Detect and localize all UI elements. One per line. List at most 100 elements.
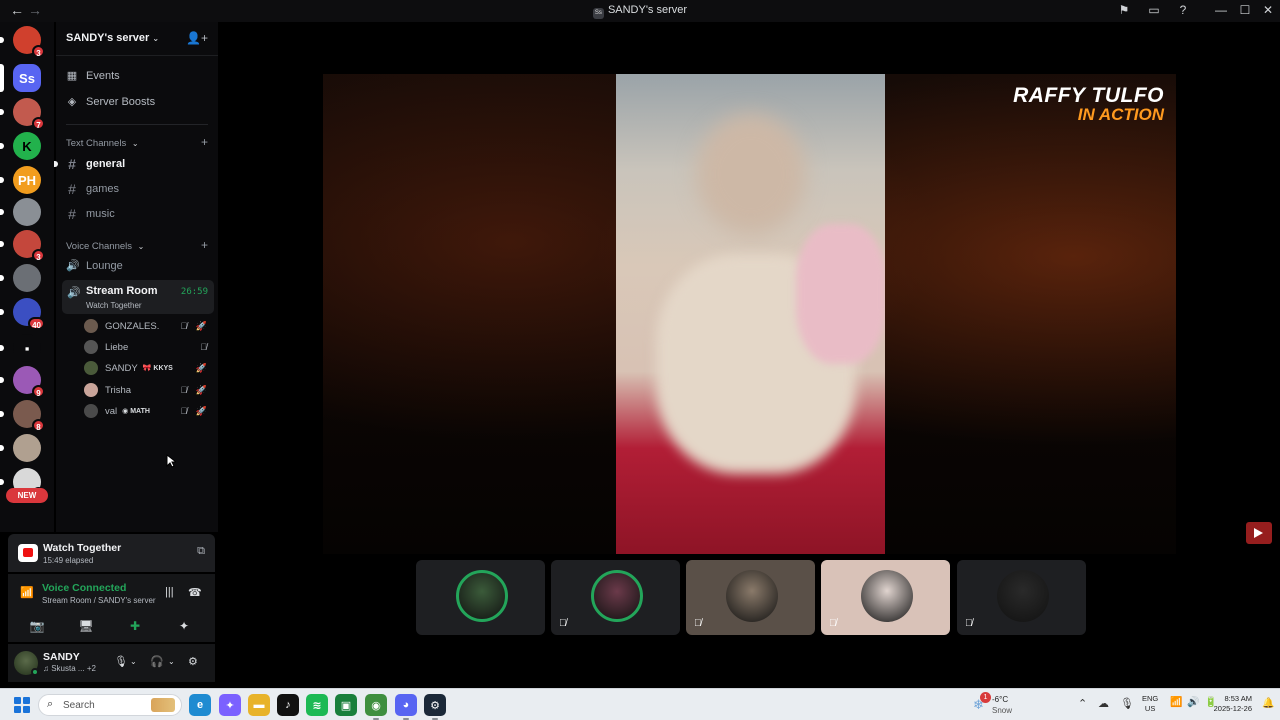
chevron-down-icon: ⌄: [131, 139, 139, 148]
new-badge[interactable]: NEW: [6, 488, 48, 503]
microphone-tray-icon[interactable]: 🎙: [1120, 697, 1134, 710]
voice-user[interactable]: SANDY 🎀 KKYS 🚀: [84, 360, 210, 376]
voice-user[interactable]: Liebe 🎙̸: [84, 339, 210, 355]
channel-general[interactable]: # general: [54, 156, 125, 172]
language-indicator[interactable]: ENG US: [1142, 694, 1158, 714]
participant-tile[interactable]: 🎙̸: [686, 560, 815, 635]
menu-item-server-boosts[interactable]: ◈ Server Boosts: [66, 95, 155, 109]
speaker-icon: 🔊: [66, 260, 80, 272]
username[interactable]: SANDY: [43, 651, 80, 663]
windows-start-icon[interactable]: [14, 697, 30, 713]
chevron-down-icon[interactable]: ⌄: [168, 657, 175, 666]
server-icon[interactable]: 40: [0, 298, 45, 330]
voice-status[interactable]: Voice Connected: [42, 582, 126, 594]
server-header[interactable]: SANDY's server ⌄ 👤+: [56, 22, 218, 56]
server-icon[interactable]: 7: [0, 98, 45, 130]
server-icon[interactable]: [0, 434, 41, 462]
maximize-icon[interactable]: ☐: [1237, 3, 1253, 17]
voice-channel-lounge[interactable]: 🔊 Lounge: [66, 259, 123, 273]
server-indicator: [0, 177, 4, 183]
activity-panel[interactable]: Watch Together 15:49 elapsed ⧉: [8, 534, 215, 572]
clock[interactable]: 8:53 AM 2025-12-26: [1206, 694, 1252, 714]
screen-share-button[interactable]: 🖥: [67, 616, 105, 636]
participant-tile[interactable]: 🎙̸: [551, 560, 680, 635]
soundboard-button[interactable]: ✦: [165, 616, 203, 636]
copilot-app-icon[interactable]: ✦: [219, 694, 241, 716]
inbox-icon[interactable]: ⚑: [1116, 3, 1132, 17]
back-arrow-icon[interactable]: ←: [8, 2, 26, 18]
server-name[interactable]: SANDY's server ⌄: [66, 32, 159, 44]
server-icon[interactable]: K: [0, 132, 41, 160]
channel-elapsed-time: 26:59: [180, 287, 208, 297]
server-avatar: ▪: [13, 334, 41, 362]
popout-icon[interactable]: ⧉: [197, 545, 205, 558]
channel-games[interactable]: # games: [66, 181, 119, 197]
file-explorer-app-icon[interactable]: ▬: [248, 694, 270, 716]
server-icon[interactable]: 3: [0, 230, 45, 262]
activity-name: Watch Together: [43, 542, 122, 554]
clock-time: 8:53 AM: [1224, 694, 1252, 703]
hash-icon: #: [68, 206, 76, 222]
chrome-app-icon[interactable]: ◉: [365, 694, 387, 720]
picture-in-picture-icon[interactable]: ▭: [1146, 3, 1162, 17]
minimize-icon[interactable]: —: [1213, 3, 1229, 17]
create-voice-channel-icon[interactable]: +: [201, 238, 208, 252]
edge-app-icon[interactable]: e: [189, 694, 211, 716]
voice-channel-stream-room[interactable]: 🔊 Stream Room Watch Together 26:59: [62, 280, 214, 314]
microphone-icon[interactable]: 🎙: [114, 655, 128, 668]
spotify-app-icon[interactable]: ≋: [306, 694, 328, 716]
steam-app-icon[interactable]: ⚙: [424, 694, 446, 720]
disconnect-icon[interactable]: ☎: [188, 586, 202, 599]
server-icon[interactable]: [0, 264, 41, 292]
category-label: Text Channels: [66, 138, 127, 149]
server-indicator: [0, 345, 4, 351]
voice-user[interactable]: GONZALES. 🎙̸ 🚀: [84, 318, 210, 334]
xbox-app-icon[interactable]: ▣: [335, 694, 357, 716]
youtube-subscribe-icon[interactable]: [1246, 522, 1272, 544]
language-region: US: [1144, 704, 1156, 713]
create-text-channel-icon[interactable]: +: [201, 135, 208, 149]
server-icon[interactable]: 3: [0, 26, 45, 58]
muted-icon: 🎙̸: [694, 618, 702, 629]
headset-icon[interactable]: 🎧: [150, 655, 164, 668]
video-player[interactable]: RAFFY TULFO IN ACTION: [323, 74, 1176, 554]
close-icon[interactable]: ✕: [1260, 3, 1276, 17]
notification-bell-icon[interactable]: 🔔: [1262, 698, 1274, 709]
server-icon[interactable]: Ss: [0, 64, 41, 92]
category-voice-channels[interactable]: Voice Channels ⌄: [66, 241, 144, 252]
chevron-down-icon[interactable]: ⌄: [130, 657, 137, 666]
server-icon[interactable]: PH: [0, 166, 41, 194]
gear-icon[interactable]: ⚙: [188, 655, 198, 668]
server-icon[interactable]: 8: [0, 400, 45, 432]
server-icon[interactable]: 9: [0, 366, 45, 398]
weather-widget[interactable]: ❄ 1 -6°C Snow: [970, 692, 1050, 718]
category-text-channels[interactable]: Text Channels ⌄: [66, 138, 139, 149]
tiktok-app-icon[interactable]: ♪: [277, 694, 299, 716]
tray-overflow-icon[interactable]: ⌃: [1078, 697, 1087, 710]
activities-button[interactable]: ✚: [116, 616, 154, 636]
taskbar-search[interactable]: ⌕ Search: [38, 694, 182, 716]
participant-tile[interactable]: [416, 560, 545, 635]
invite-people-icon[interactable]: 👤+: [186, 31, 208, 45]
noise-suppression-icon[interactable]: |||: [165, 586, 174, 598]
participant-tile[interactable]: 🎙̸: [821, 560, 950, 635]
divider: [66, 124, 208, 125]
discord-app-icon[interactable]: ◕: [395, 694, 417, 720]
mention-badge: 3: [32, 45, 45, 58]
user-panel: SANDY ♫ Skusta ... +2 🎙 ⌄ 🎧 ⌄ ⚙: [8, 644, 215, 682]
server-indicator: [0, 64, 4, 92]
forward-arrow-icon[interactable]: →: [26, 2, 44, 18]
voice-user[interactable]: val ◉ MATH 🎙̸ 🚀: [84, 403, 210, 419]
camera-button[interactable]: 📷: [18, 616, 56, 636]
help-icon[interactable]: ?: [1175, 3, 1191, 17]
signal-icon[interactable]: 📶: [20, 586, 34, 599]
voice-user[interactable]: Trisha 🎙̸ 🚀: [84, 382, 210, 398]
voice-location[interactable]: Stream Room / SANDY's server: [42, 596, 156, 605]
server-icon[interactable]: ▪: [0, 334, 41, 362]
server-icon[interactable]: [0, 198, 41, 226]
show-logo-line2: IN ACTION: [1077, 105, 1164, 124]
channel-music[interactable]: # music: [66, 206, 115, 222]
menu-item-events[interactable]: ▦ Events: [66, 69, 120, 83]
onedrive-icon[interactable]: ☁: [1098, 697, 1109, 710]
participant-tile[interactable]: 🎙̸: [957, 560, 1086, 635]
